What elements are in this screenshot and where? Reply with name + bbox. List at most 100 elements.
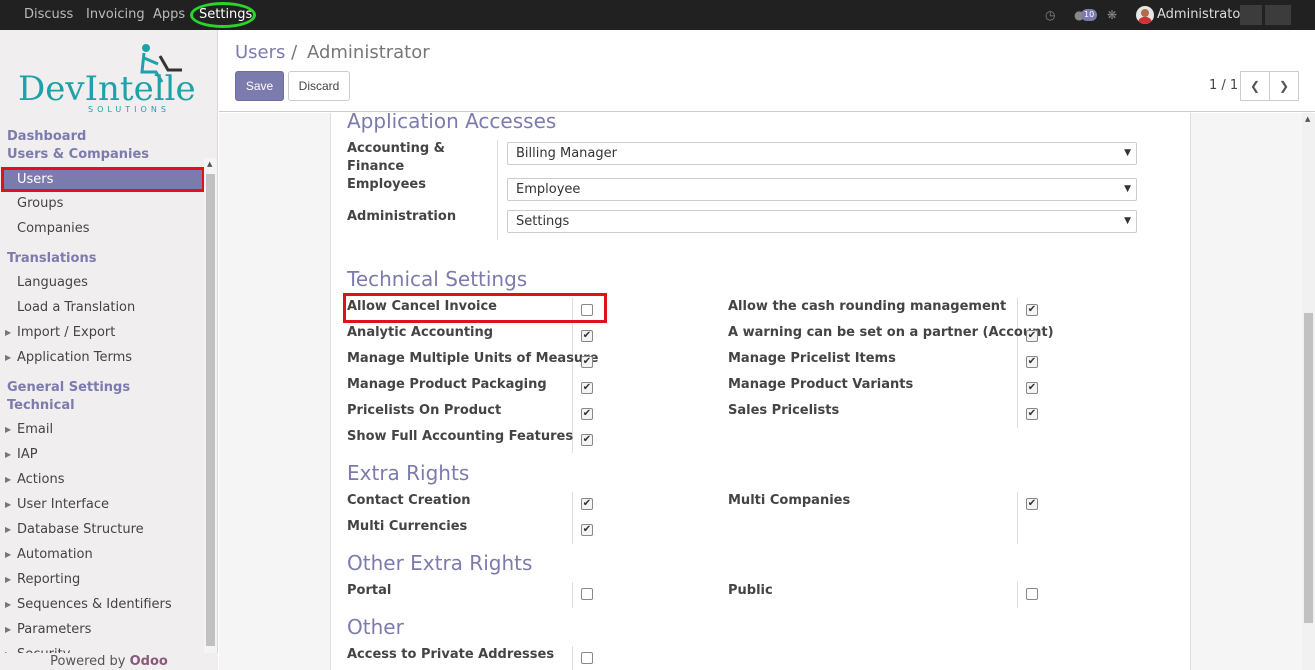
multiple-uom-checkbox[interactable]: ✔: [581, 356, 593, 368]
partner-warning-checkbox[interactable]: ✔: [1026, 330, 1038, 342]
field-label-pricelists-on-product: Pricelists On Product: [347, 403, 502, 418]
field-label-product-packaging: Manage Product Packaging: [347, 377, 547, 392]
product-variants-checkbox[interactable]: ✔: [1026, 382, 1038, 394]
field-label-product-variants: Manage Product Variants: [728, 377, 914, 392]
save-button[interactable]: Save: [235, 71, 284, 101]
menu-apps[interactable]: Apps: [153, 0, 185, 30]
analytic-accounting-checkbox[interactable]: ✔: [581, 330, 593, 342]
divider: [572, 582, 573, 608]
powered-by-brand[interactable]: Odoo: [130, 654, 168, 669]
caret-right-icon: ▶: [5, 475, 12, 484]
user-menu-name[interactable]: Administrator: [1157, 0, 1246, 30]
sidebar-item-iap[interactable]: ▶ IAP: [0, 442, 205, 467]
scroll-up-icon[interactable]: ▲: [207, 160, 212, 168]
redacted-area: [1265, 5, 1291, 25]
menu-discuss[interactable]: Discuss: [24, 0, 73, 30]
sidebar-item-label: Users: [17, 172, 54, 187]
sidebar-header-dashboard[interactable]: Dashboard: [7, 128, 86, 146]
pager-next-button[interactable]: ❯: [1269, 71, 1299, 101]
powered-by-text: Powered by: [50, 654, 126, 669]
section-title-technical-settings: Technical Settings: [347, 267, 528, 291]
field-label-pricelist-items: Manage Pricelist Items: [728, 351, 896, 366]
employees-select[interactable]: Employee ▼: [507, 178, 1137, 201]
pager-previous-button[interactable]: ❮: [1240, 71, 1270, 101]
sidebar-item-label: Automation: [17, 547, 93, 562]
section-title-extra-rights: Extra Rights: [347, 461, 470, 485]
content-scrollbar[interactable]: ▲: [1302, 113, 1315, 670]
menu-invoicing[interactable]: Invoicing: [86, 0, 145, 30]
multi-companies-checkbox[interactable]: ✔: [1026, 498, 1038, 510]
sidebar-item-users[interactable]: Users: [1, 167, 205, 192]
sidebar-item-label: Sequences & Identifiers: [17, 597, 172, 612]
full-accounting-checkbox[interactable]: ✔: [581, 434, 593, 446]
field-label-accounting: Accounting &: [347, 141, 446, 156]
divider: [1017, 582, 1018, 608]
sidebar-item-label: Application Terms: [17, 350, 133, 365]
sidebar-item-groups[interactable]: Groups: [0, 191, 205, 216]
sidebar-scrollbar[interactable]: ▲ ▼: [204, 158, 217, 670]
sidebar-item-sequences[interactable]: ▶ Sequences & Identifiers: [0, 592, 205, 617]
sidebar-header-technical[interactable]: Technical: [7, 397, 75, 415]
portal-checkbox[interactable]: [581, 588, 593, 600]
chat-count-badge: 10: [1081, 9, 1098, 21]
breadcrumb-users-link[interactable]: Users: [235, 42, 285, 63]
divider: [1017, 492, 1018, 544]
caret-right-icon: ▶: [5, 425, 12, 434]
sidebar-item-email[interactable]: ▶ Email: [0, 417, 205, 442]
pricelist-items-checkbox[interactable]: ✔: [1026, 356, 1038, 368]
select-value: Employee: [516, 182, 581, 197]
avatar[interactable]: [1136, 6, 1154, 24]
bug-icon[interactable]: ❋: [1107, 8, 1117, 22]
control-panel: Users / Administrator Save Discard 1 / 1…: [219, 30, 1315, 112]
company-logo: DevIntelle SOLUTIONS: [16, 42, 206, 118]
sidebar-header-general-settings[interactable]: General Settings: [7, 379, 130, 397]
administration-select[interactable]: Settings ▼: [507, 210, 1137, 233]
field-label-multi-companies: Multi Companies: [728, 493, 851, 508]
sidebar-item-load-translation[interactable]: Load a Translation: [0, 295, 205, 320]
private-addresses-checkbox[interactable]: [581, 652, 593, 664]
powered-by: Powered by Odoo: [0, 653, 218, 670]
sidebar-item-application-terms[interactable]: ▶ Application Terms: [0, 345, 205, 370]
discard-button[interactable]: Discard: [288, 71, 350, 101]
clock-icon[interactable]: ◷: [1045, 8, 1055, 22]
select-value: Billing Manager: [516, 146, 617, 161]
scroll-up-icon[interactable]: ▲: [1305, 115, 1310, 123]
pricelists-on-product-checkbox[interactable]: ✔: [581, 408, 593, 420]
divider: [572, 492, 573, 544]
sidebar-item-companies[interactable]: Companies: [0, 216, 205, 241]
scrollbar-thumb[interactable]: [206, 174, 215, 646]
field-label-analytic-accounting: Analytic Accounting: [347, 325, 494, 340]
sidebar-item-label: Load a Translation: [17, 300, 136, 315]
public-checkbox[interactable]: [1026, 588, 1038, 600]
caret-right-icon: ▶: [5, 450, 12, 459]
sidebar-item-parameters[interactable]: ▶ Parameters: [0, 617, 205, 642]
accounting-select[interactable]: Billing Manager ▼: [507, 142, 1137, 165]
sidebar-item-actions[interactable]: ▶ Actions: [0, 467, 205, 492]
scrollbar-thumb[interactable]: [1304, 313, 1313, 623]
contact-creation-checkbox[interactable]: ✔: [581, 498, 593, 510]
pager-value[interactable]: 1 / 1: [1209, 78, 1238, 93]
sidebar-item-label: Parameters: [17, 622, 92, 637]
sidebar-header-translations[interactable]: Translations: [7, 250, 96, 268]
sidebar-item-user-interface[interactable]: ▶ User Interface: [0, 492, 205, 517]
sales-pricelists-checkbox[interactable]: ✔: [1026, 408, 1038, 420]
breadcrumb-separator: /: [291, 42, 298, 63]
sidebar-header-users-companies[interactable]: Users & Companies: [7, 146, 149, 164]
sidebar-item-reporting[interactable]: ▶ Reporting: [0, 567, 205, 592]
multi-currencies-checkbox[interactable]: ✔: [581, 524, 593, 536]
product-packaging-checkbox[interactable]: ✔: [581, 382, 593, 394]
redacted-area: [1240, 5, 1262, 25]
caret-right-icon: ▶: [5, 525, 12, 534]
sidebar-item-import-export[interactable]: ▶ Import / Export: [0, 320, 205, 345]
field-label-portal: Portal: [347, 583, 392, 598]
sidebar-item-automation[interactable]: ▶ Automation: [0, 542, 205, 567]
field-label-full-accounting: Show Full Accounting Features: [347, 429, 574, 444]
cash-rounding-checkbox[interactable]: ✔: [1026, 304, 1038, 316]
breadcrumb-current: Administrator: [306, 42, 430, 63]
field-label-private-addresses: Access to Private Addresses: [347, 647, 555, 662]
field-label-contact-creation: Contact Creation: [347, 493, 471, 508]
field-label-finance: Finance: [347, 159, 405, 174]
sidebar-item-database-structure[interactable]: ▶ Database Structure: [0, 517, 205, 542]
top-navbar: Discuss Invoicing Apps Settings ◷ ● 10 ❋…: [0, 0, 1315, 30]
sidebar-item-languages[interactable]: Languages: [0, 270, 205, 295]
